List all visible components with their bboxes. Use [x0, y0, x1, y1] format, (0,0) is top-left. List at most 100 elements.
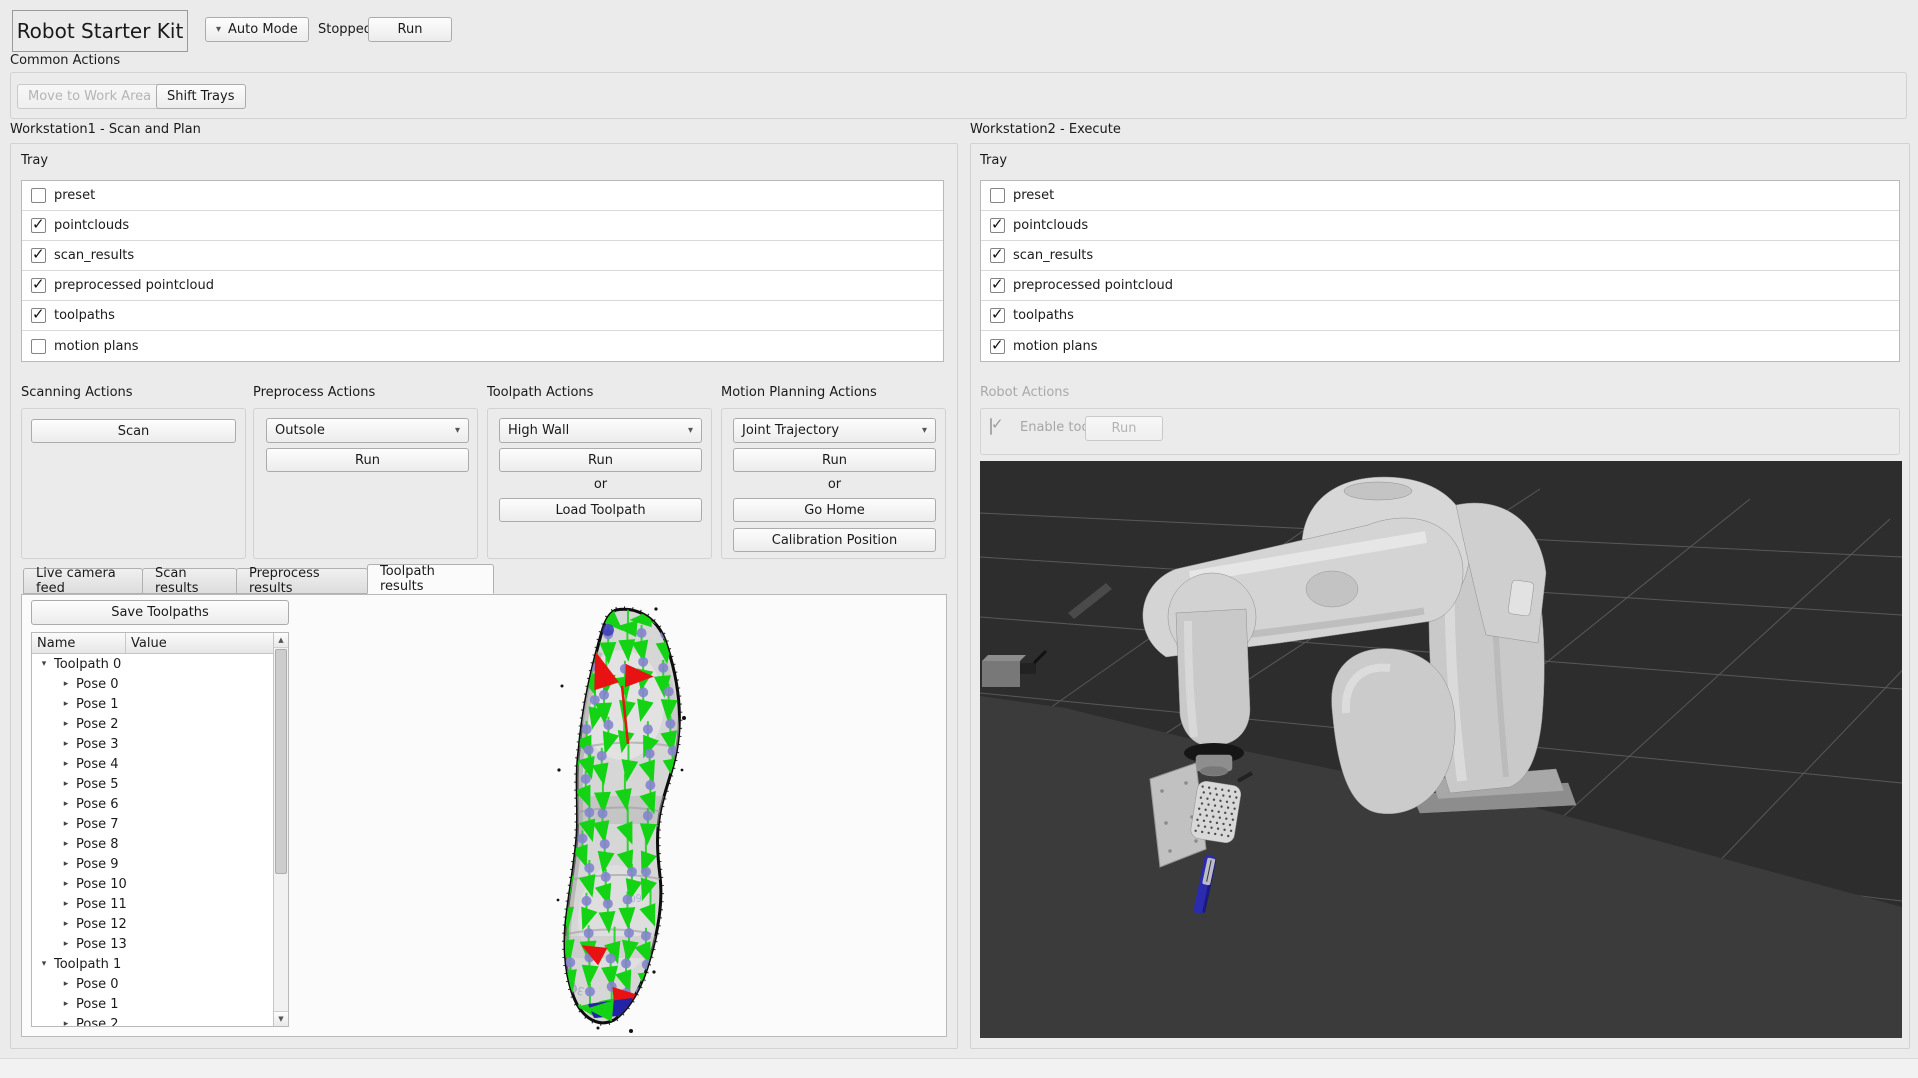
checkbox[interactable]: ✓ [31, 339, 46, 354]
tree-scrollbar[interactable]: ▲ ▼ [273, 633, 288, 1026]
tree-row[interactable]: ▸Pose 5 [32, 774, 273, 794]
tree-row[interactable]: ▸Pose 0 [32, 974, 273, 994]
tray-item-row[interactable]: ✓motion plans [22, 331, 943, 361]
checkbox[interactable]: ✓ [31, 218, 46, 233]
tree-collapsed-icon[interactable]: ▸ [60, 979, 72, 989]
motion-combo-value: Joint Trajectory [742, 423, 839, 438]
tree-collapsed-icon[interactable]: ▸ [60, 799, 72, 809]
scroll-down-icon[interactable]: ▼ [274, 1011, 288, 1026]
chevron-down-icon: ▾ [688, 425, 693, 436]
tab-preprocess-results[interactable]: Preprocess results [236, 568, 368, 594]
top-run-button[interactable]: Run [368, 17, 452, 42]
tree-row[interactable]: ▸Pose 12 [32, 914, 273, 934]
enable-tool-checkbox[interactable]: ✓ [990, 418, 992, 435]
checkbox[interactable]: ✓ [31, 248, 46, 263]
toolpath-visualization[interactable]: 302 60 [536, 600, 706, 1036]
workstation1-title: Workstation1 - Scan and Plan [10, 122, 201, 137]
tree-row[interactable]: ▸Pose 10 [32, 874, 273, 894]
load-toolpath-button[interactable]: Load Toolpath [499, 498, 702, 522]
tray-item-row[interactable]: ✓pointclouds [981, 211, 1899, 241]
tree-row[interactable]: ▸Pose 2 [32, 1014, 273, 1026]
checkbox[interactable]: ✓ [990, 308, 1005, 323]
tree-collapsed-icon[interactable]: ▸ [60, 779, 72, 789]
robot-run-button[interactable]: Run [1085, 416, 1163, 441]
tree-row[interactable]: ▾Toolpath 1 [32, 954, 273, 974]
tree-row[interactable]: ▸Pose 3 [32, 734, 273, 754]
tray-item-row[interactable]: ✓toolpaths [981, 301, 1899, 331]
tray-item-label: preprocessed pointcloud [54, 278, 214, 293]
checkbox[interactable]: ✓ [31, 278, 46, 293]
tree-collapsed-icon[interactable]: ▸ [60, 919, 72, 929]
tree-expanded-icon[interactable]: ▾ [38, 959, 50, 969]
tab-scan-results[interactable]: Scan results [142, 568, 237, 594]
tree-row[interactable]: ▸Pose 8 [32, 834, 273, 854]
tray-item-row[interactable]: ✓preset [981, 181, 1899, 211]
calibration-position-button[interactable]: Calibration Position [733, 528, 936, 552]
tree-row[interactable]: ▸Pose 1 [32, 694, 273, 714]
status-bar [0, 1058, 1918, 1078]
3d-viewport[interactable] [980, 461, 1902, 1038]
tree-collapsed-icon[interactable]: ▸ [60, 939, 72, 949]
tab-toolpath-results[interactable]: Toolpath results [367, 564, 494, 594]
tree-collapsed-icon[interactable]: ▸ [60, 679, 72, 689]
tree-collapsed-icon[interactable]: ▸ [60, 879, 72, 889]
scroll-up-icon[interactable]: ▲ [274, 633, 288, 648]
toolpath-combo[interactable]: High Wall ▾ [499, 418, 702, 443]
preprocess-combo[interactable]: Outsole ▾ [266, 418, 469, 443]
tree-collapsed-icon[interactable]: ▸ [60, 839, 72, 849]
tree-row[interactable]: ▸Pose 2 [32, 714, 273, 734]
tree-header-name[interactable]: Name [32, 633, 126, 653]
tree-expanded-icon[interactable]: ▾ [38, 659, 50, 669]
auto-mode-button[interactable]: ▾ Auto Mode [205, 17, 309, 42]
scan-button[interactable]: Scan [31, 419, 236, 443]
tray-item-row[interactable]: ✓preset [22, 181, 943, 211]
tree-row[interactable]: ▸Pose 6 [32, 794, 273, 814]
tree-row[interactable]: ▸Pose 4 [32, 754, 273, 774]
motion-run-button[interactable]: Run [733, 448, 936, 472]
tray-item-row[interactable]: ✓scan_results [981, 241, 1899, 271]
tree-row[interactable]: ▸Pose 7 [32, 814, 273, 834]
checkbox[interactable]: ✓ [990, 248, 1005, 263]
tree-collapsed-icon[interactable]: ▸ [60, 859, 72, 869]
checkbox[interactable]: ✓ [990, 188, 1005, 203]
tree-collapsed-icon[interactable]: ▸ [60, 819, 72, 829]
tree-collapsed-icon[interactable]: ▸ [60, 739, 72, 749]
tray-item-row[interactable]: ✓scan_results [22, 241, 943, 271]
move-to-work-area-button[interactable]: Move to Work Area [17, 84, 162, 109]
tree-row[interactable]: ▸Pose 1 [32, 994, 273, 1014]
toolpath-tree[interactable]: Name Value ▾Toolpath 0▸Pose 0▸Pose 1▸Pos… [31, 632, 289, 1027]
tray-item-row[interactable]: ✓motion plans [981, 331, 1899, 361]
common-actions-label: Common Actions [10, 53, 120, 68]
tree-row[interactable]: ▸Pose 0 [32, 674, 273, 694]
tree-collapsed-icon[interactable]: ▸ [60, 999, 72, 1009]
toolpath-run-button[interactable]: Run [499, 448, 702, 472]
menu-arrow-icon: ▾ [216, 24, 221, 35]
tray-item-row[interactable]: ✓pointclouds [22, 211, 943, 241]
tree-header-value[interactable]: Value [126, 633, 288, 653]
tree-collapsed-icon[interactable]: ▸ [60, 1019, 72, 1026]
scanning-actions-label: Scanning Actions [21, 385, 133, 400]
checkbox[interactable]: ✓ [990, 339, 1005, 354]
checkbox[interactable]: ✓ [31, 308, 46, 323]
tree-collapsed-icon[interactable]: ▸ [60, 759, 72, 769]
tree-row[interactable]: ▾Toolpath 0 [32, 654, 273, 674]
tree-row[interactable]: ▸Pose 9 [32, 854, 273, 874]
shift-trays-button[interactable]: Shift Trays [156, 84, 246, 109]
save-toolpaths-button[interactable]: Save Toolpaths [31, 600, 289, 625]
tree-row[interactable]: ▸Pose 11 [32, 894, 273, 914]
checkbox[interactable]: ✓ [990, 218, 1005, 233]
tray-item-row[interactable]: ✓preprocessed pointcloud [981, 271, 1899, 301]
tree-collapsed-icon[interactable]: ▸ [60, 719, 72, 729]
tree-collapsed-icon[interactable]: ▸ [60, 699, 72, 709]
checkbox[interactable]: ✓ [990, 278, 1005, 293]
scrollbar-thumb[interactable] [275, 649, 287, 874]
motion-combo[interactable]: Joint Trajectory ▾ [733, 418, 936, 443]
tree-collapsed-icon[interactable]: ▸ [60, 899, 72, 909]
tree-row[interactable]: ▸Pose 13 [32, 934, 273, 954]
tab-live-camera-feed[interactable]: Live camera feed [23, 568, 143, 594]
preprocess-run-button[interactable]: Run [266, 448, 469, 472]
tray-item-row[interactable]: ✓toolpaths [22, 301, 943, 331]
go-home-button[interactable]: Go Home [733, 498, 936, 522]
checkbox[interactable]: ✓ [31, 188, 46, 203]
tray-item-row[interactable]: ✓ preprocessed pointcloud [22, 271, 943, 301]
